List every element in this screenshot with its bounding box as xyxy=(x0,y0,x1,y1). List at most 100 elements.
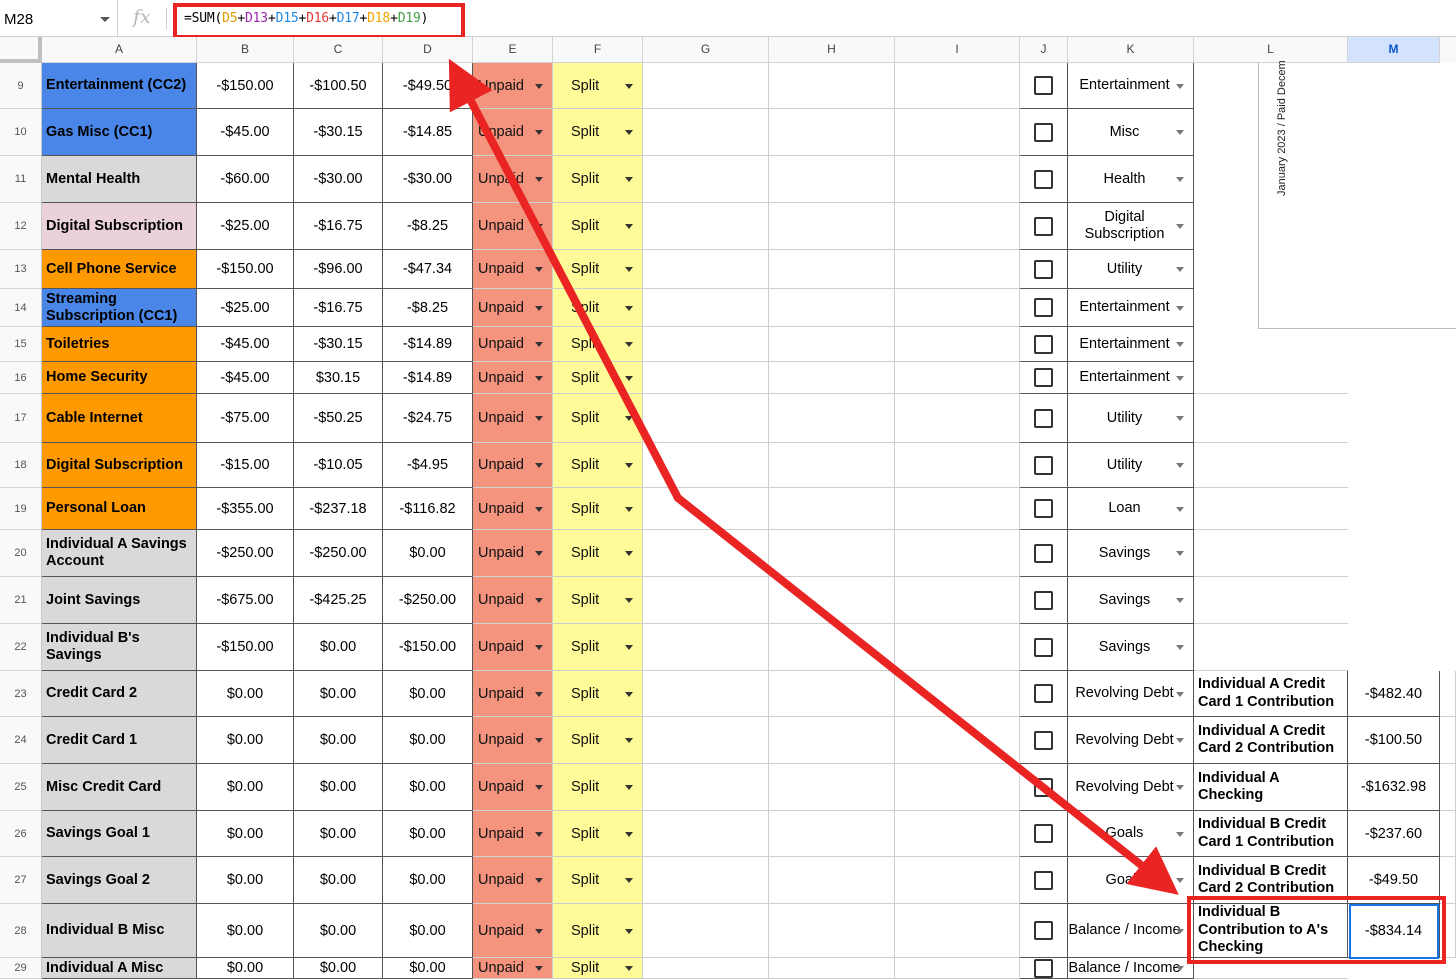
total-amount-cell[interactable]: $0.00 xyxy=(197,671,294,717)
individual-a-share-cell[interactable]: -$250.00 xyxy=(294,530,383,577)
empty-cell[interactable] xyxy=(895,811,1020,857)
dropdown-arrow-icon[interactable] xyxy=(535,463,543,468)
dropdown-arrow-icon[interactable] xyxy=(1176,785,1184,790)
dropdown-arrow-icon[interactable] xyxy=(625,645,633,650)
dropdown-arrow-icon[interactable] xyxy=(625,598,633,603)
category-dropdown[interactable]: Revolving Debt xyxy=(1068,717,1194,764)
paid-checkbox[interactable] xyxy=(1034,543,1053,563)
total-amount-cell[interactable]: -$25.00 xyxy=(197,289,294,327)
individual-a-share-cell[interactable]: -$10.05 xyxy=(294,443,383,488)
individual-a-share-cell[interactable]: -$237.18 xyxy=(294,488,383,530)
paid-checkbox-cell[interactable] xyxy=(1020,156,1068,203)
empty-cell[interactable] xyxy=(643,857,769,904)
dropdown-arrow-icon[interactable] xyxy=(535,83,543,89)
payment-status-dropdown[interactable]: Unpaid xyxy=(473,530,553,577)
paid-checkbox[interactable] xyxy=(1034,298,1053,317)
category-dropdown[interactable]: Health xyxy=(1068,156,1194,203)
empty-cell[interactable] xyxy=(895,764,1020,811)
individual-b-share-cell[interactable]: $0.00 xyxy=(383,904,473,958)
row-header[interactable]: 23 xyxy=(0,671,42,717)
split-type-dropdown[interactable]: Split xyxy=(553,109,643,156)
category-dropdown[interactable]: Entertainment xyxy=(1068,362,1194,394)
dropdown-arrow-icon[interactable] xyxy=(1176,878,1184,883)
empty-cell[interactable] xyxy=(643,289,769,327)
expense-name-cell[interactable]: Cable Internet xyxy=(42,394,197,443)
contribution-label-cell[interactable]: Individual A Credit Card 1 Contribution xyxy=(1194,671,1348,717)
paid-checkbox-cell[interactable] xyxy=(1020,250,1068,289)
contribution-value-cell[interactable]: -$482.40 xyxy=(1348,671,1440,717)
empty-cell[interactable] xyxy=(769,156,895,203)
row-header[interactable]: 13 xyxy=(0,250,42,289)
column-header-h[interactable]: H xyxy=(769,37,895,63)
total-amount-cell[interactable]: -$45.00 xyxy=(197,362,294,394)
expense-name-cell[interactable]: Savings Goal 2 xyxy=(42,857,197,904)
empty-cell[interactable] xyxy=(769,443,895,488)
dropdown-arrow-icon[interactable] xyxy=(535,738,543,743)
split-type-dropdown[interactable]: Split xyxy=(553,857,643,904)
empty-cell[interactable] xyxy=(643,577,769,624)
expense-name-cell[interactable]: Individual B Misc xyxy=(42,904,197,958)
paid-checkbox-cell[interactable] xyxy=(1020,327,1068,362)
paid-checkbox[interactable] xyxy=(1034,777,1053,797)
total-amount-cell[interactable]: $0.00 xyxy=(197,764,294,811)
individual-a-share-cell[interactable]: -$96.00 xyxy=(294,250,383,289)
empty-cell[interactable] xyxy=(769,811,895,857)
paid-checkbox-cell[interactable] xyxy=(1020,488,1068,530)
payment-status-dropdown[interactable]: Unpaid xyxy=(473,577,553,624)
total-amount-cell[interactable]: -$75.00 xyxy=(197,394,294,443)
empty-cell[interactable] xyxy=(643,958,769,979)
individual-b-share-cell[interactable]: $0.00 xyxy=(383,530,473,577)
paid-checkbox-cell[interactable] xyxy=(1020,717,1068,764)
dropdown-arrow-icon[interactable] xyxy=(625,506,633,512)
column-header-m[interactable]: M xyxy=(1348,37,1440,63)
total-amount-cell[interactable]: -$675.00 xyxy=(197,577,294,624)
expense-name-cell[interactable]: Individual A Savings Account xyxy=(42,530,197,577)
payment-status-dropdown[interactable]: Unpaid xyxy=(473,156,553,203)
empty-cell[interactable] xyxy=(643,394,769,443)
dropdown-arrow-icon[interactable] xyxy=(625,463,633,468)
paid-checkbox-cell[interactable] xyxy=(1020,443,1068,488)
dropdown-arrow-icon[interactable] xyxy=(535,506,543,512)
total-amount-cell[interactable]: -$25.00 xyxy=(197,203,294,250)
category-dropdown[interactable]: Savings xyxy=(1068,577,1194,624)
empty-cell[interactable] xyxy=(1194,530,1348,577)
dropdown-arrow-icon[interactable] xyxy=(1176,224,1184,229)
empty-cell[interactable] xyxy=(769,488,895,530)
split-type-dropdown[interactable]: Split xyxy=(553,624,643,671)
dropdown-arrow-icon[interactable] xyxy=(625,342,633,347)
paid-checkbox-cell[interactable] xyxy=(1020,577,1068,624)
paid-checkbox[interactable] xyxy=(1034,169,1053,189)
split-type-dropdown[interactable]: Split xyxy=(553,362,643,394)
empty-cell[interactable] xyxy=(895,327,1020,362)
dropdown-arrow-icon[interactable] xyxy=(625,966,633,971)
column-header-j[interactable]: J xyxy=(1020,37,1068,63)
empty-cell[interactable] xyxy=(1440,717,1456,764)
column-header-i[interactable]: I xyxy=(895,37,1020,63)
expense-name-cell[interactable]: Individual A Misc xyxy=(42,958,197,979)
empty-cell[interactable] xyxy=(895,362,1020,394)
total-amount-cell[interactable]: -$250.00 xyxy=(197,530,294,577)
individual-b-share-cell[interactable]: $0.00 xyxy=(383,857,473,904)
individual-b-share-cell[interactable]: -$8.25 xyxy=(383,289,473,327)
paid-checkbox-cell[interactable] xyxy=(1020,958,1068,979)
empty-cell[interactable] xyxy=(769,203,895,250)
paid-checkbox[interactable] xyxy=(1034,921,1053,940)
split-type-dropdown[interactable]: Split xyxy=(553,958,643,979)
contribution-value-cell[interactable]: -$237.60 xyxy=(1348,811,1440,857)
total-amount-cell[interactable]: -$45.00 xyxy=(197,109,294,156)
paid-checkbox[interactable] xyxy=(1034,334,1053,354)
empty-cell[interactable] xyxy=(643,488,769,530)
column-header-e[interactable]: E xyxy=(473,37,553,63)
dropdown-arrow-icon[interactable] xyxy=(535,342,543,347)
payment-status-dropdown[interactable]: Unpaid xyxy=(473,624,553,671)
dropdown-arrow-icon[interactable] xyxy=(1176,645,1184,650)
expense-name-cell[interactable]: Digital Subscription xyxy=(42,203,197,250)
row-header[interactable]: 25 xyxy=(0,764,42,811)
column-header-k[interactable]: K xyxy=(1068,37,1194,63)
column-header-g[interactable]: G xyxy=(643,37,769,63)
paid-checkbox[interactable] xyxy=(1034,216,1053,236)
dropdown-arrow-icon[interactable] xyxy=(1176,463,1184,468)
dropdown-arrow-icon[interactable] xyxy=(1176,342,1184,347)
split-type-dropdown[interactable]: Split xyxy=(553,530,643,577)
row-header[interactable]: 26 xyxy=(0,811,42,857)
